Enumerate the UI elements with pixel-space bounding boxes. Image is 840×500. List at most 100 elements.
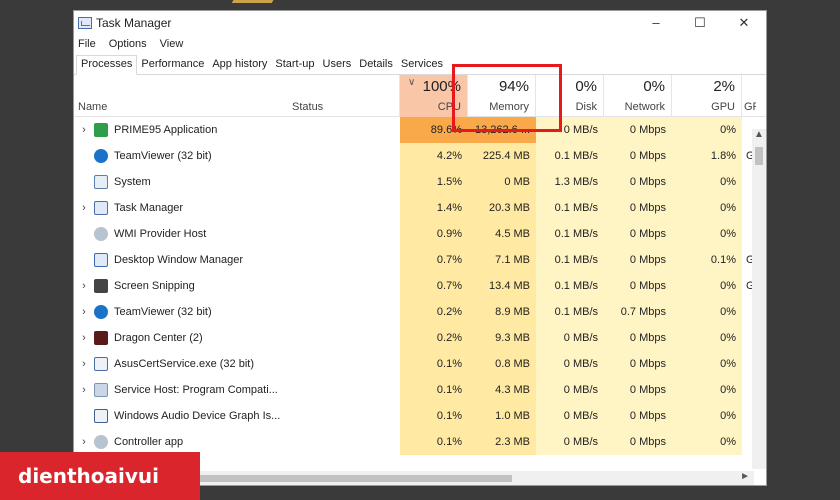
process-row[interactable]: WMI Provider Host 0.9% 4.5 MB 0.1 MB/s 0 Mbp…: [74, 221, 766, 247]
vertical-scrollbar[interactable]: ▲: [752, 129, 766, 469]
scroll-right-icon[interactable]: ►: [740, 471, 750, 482]
process-row[interactable]: TeamViewer (32 bit) 4.2% 225.4 MB 0.1 MB/s 0…: [74, 143, 766, 169]
expand-chevron-icon[interactable]: ›: [74, 117, 94, 143]
process-memory: 0.8 MB: [468, 351, 536, 377]
process-row[interactable]: › Task Manager 1.4% 20.3 MB 0.1 MB/s 0 Mbps 0%: [74, 195, 766, 221]
tab-app-history[interactable]: App history: [208, 58, 271, 74]
process-name: Desktop Window Manager: [114, 254, 244, 266]
process-memory: 7.1 MB: [468, 247, 536, 273]
column-gpu[interactable]: 2% GPU: [672, 75, 742, 117]
process-name-cell: › Service Host: Program Compati...: [74, 377, 288, 403]
process-disk: 0 MB/s: [536, 403, 604, 429]
process-disk: 0.1 MB/s: [536, 247, 604, 273]
asus-service-icon: [94, 357, 108, 371]
process-network: 0 Mbps: [604, 143, 672, 169]
prime95-icon: [94, 123, 108, 137]
process-status: [288, 351, 400, 377]
menu-view[interactable]: View: [160, 38, 184, 50]
process-status: [288, 169, 400, 195]
process-memory: 2.3 MB: [468, 429, 536, 455]
tab-services[interactable]: Services: [397, 58, 447, 74]
process-gpu: 1.8%: [672, 143, 742, 169]
menu-bar: File Options View: [74, 35, 766, 53]
tab-processes[interactable]: Processes: [76, 55, 138, 75]
process-row[interactable]: › AsusCertService.exe (32 bit) 0.1% 0.8 MB 0…: [74, 351, 766, 377]
process-memory: 13.4 MB: [468, 273, 536, 299]
scroll-up-icon[interactable]: ▲: [752, 129, 766, 143]
dragon-center-icon: [94, 331, 108, 345]
process-memory: 20.3 MB: [468, 195, 536, 221]
expand-chevron-icon[interactable]: ›: [74, 299, 94, 325]
process-disk: 0 MB/s: [536, 325, 604, 351]
process-gpu: 0%: [672, 273, 742, 299]
watermark-logo: dienthoaivui: [0, 452, 200, 500]
process-disk: 0.1 MB/s: [536, 273, 604, 299]
process-row[interactable]: › PRIME95 Application 89.6% 13,262.6 ... 0 M…: [74, 117, 766, 143]
process-row[interactable]: System 1.5% 0 MB 1.3 MB/s 0 Mbps 0%: [74, 169, 766, 195]
process-name: Windows Audio Device Graph Is...: [114, 410, 281, 422]
process-network: 0.7 Mbps: [604, 299, 672, 325]
process-network: 0 Mbps: [604, 117, 672, 143]
process-cpu: 0.7%: [400, 247, 468, 273]
process-network: 0 Mbps: [604, 273, 672, 299]
process-cpu: 0.1%: [400, 377, 468, 403]
controller-app-icon: [94, 435, 108, 449]
process-memory: 1.0 MB: [468, 403, 536, 429]
dwm-icon: [94, 253, 108, 267]
expand-chevron-icon[interactable]: ›: [74, 325, 94, 351]
close-button[interactable]: ✕: [722, 15, 766, 31]
process-row[interactable]: › Service Host: Program Compati... 0.1% 4.3…: [74, 377, 766, 403]
process-memory: 225.4 MB: [468, 143, 536, 169]
expand-chevron-icon[interactable]: ›: [74, 273, 94, 299]
process-disk: 0.1 MB/s: [536, 221, 604, 247]
process-name-cell: System: [74, 169, 288, 195]
expand-chevron-icon[interactable]: ›: [74, 377, 94, 403]
tab-performance[interactable]: Performance: [137, 58, 208, 74]
menu-file[interactable]: File: [78, 38, 96, 50]
column-header-row: Name Status ∨ 100% CPU 94% Memory 0% Dis…: [74, 75, 766, 117]
process-memory: 0 MB: [468, 169, 536, 195]
maximize-button[interactable]: ☐: [678, 15, 722, 31]
process-row[interactable]: Windows Audio Device Graph Is... 0.1% 1.0 …: [74, 403, 766, 429]
process-row[interactable]: › TeamViewer (32 bit) 0.2% 8.9 MB 0.1 MB/s 0.…: [74, 299, 766, 325]
process-network: 0 Mbps: [604, 351, 672, 377]
process-cpu: 1.5%: [400, 169, 468, 195]
tab-start-up[interactable]: Start-up: [271, 58, 318, 74]
task-manager-window: Task Manager – ☐ ✕ File Options View Pro…: [73, 10, 767, 486]
process-status: [288, 247, 400, 273]
process-name-cell: › TeamViewer (32 bit): [74, 299, 288, 325]
process-status: [288, 377, 400, 403]
process-network: 0 Mbps: [604, 325, 672, 351]
process-row[interactable]: › Dragon Center (2) 0.2% 9.3 MB 0 MB/s 0 Mbps…: [74, 325, 766, 351]
memory-highlight-annotation: [452, 64, 562, 132]
tab-users[interactable]: Users: [319, 58, 356, 74]
title-bar[interactable]: Task Manager – ☐ ✕: [74, 11, 766, 35]
column-name[interactable]: Name: [74, 75, 288, 117]
process-network: 0 Mbps: [604, 169, 672, 195]
vertical-scroll-thumb[interactable]: [755, 147, 763, 165]
process-cpu: 0.1%: [400, 403, 468, 429]
expand-chevron-icon[interactable]: ›: [74, 195, 94, 221]
process-name: Screen Snipping: [114, 280, 195, 292]
process-network: 0 Mbps: [604, 377, 672, 403]
column-gpu-engine[interactable]: GPU: [742, 75, 756, 117]
menu-options[interactable]: Options: [109, 38, 147, 50]
process-status: [288, 273, 400, 299]
process-disk: 1.3 MB/s: [536, 169, 604, 195]
minimize-button[interactable]: –: [634, 15, 678, 31]
process-status: [288, 403, 400, 429]
tab-details[interactable]: Details: [355, 58, 397, 74]
column-status[interactable]: Status: [288, 75, 400, 117]
process-memory: 8.9 MB: [468, 299, 536, 325]
column-network[interactable]: 0% Network: [604, 75, 672, 117]
expand-chevron-icon[interactable]: ›: [74, 351, 94, 377]
process-status: [288, 325, 400, 351]
process-name-cell: Desktop Window Manager: [74, 247, 288, 273]
process-cpu: 0.1%: [400, 351, 468, 377]
process-disk: 0.1 MB/s: [536, 143, 604, 169]
process-gpu: 0%: [672, 403, 742, 429]
process-gpu: 0%: [672, 117, 742, 143]
process-status: [288, 195, 400, 221]
process-row[interactable]: Desktop Window Manager 0.7% 7.1 MB 0.1 MB/s…: [74, 247, 766, 273]
process-row[interactable]: › Screen Snipping 0.7% 13.4 MB 0.1 MB/s 0 Mbp…: [74, 273, 766, 299]
